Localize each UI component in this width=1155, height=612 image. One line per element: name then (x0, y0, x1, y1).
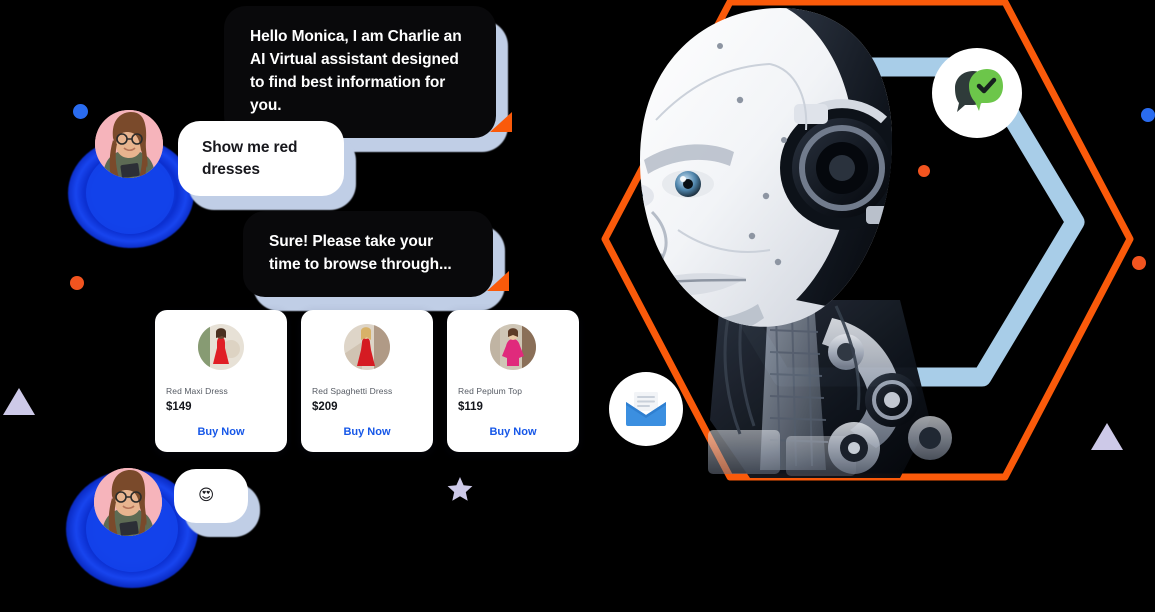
dot-orange-left (70, 276, 84, 290)
buy-now-button[interactable]: Buy Now (489, 426, 536, 438)
bot-reply-bubble: Sure! Please take your time to browse th… (243, 211, 509, 311)
user-reaction-emoji: 😍 (174, 469, 248, 523)
product-thumbnail (490, 324, 536, 370)
bot-reply-text: Sure! Please take your time to browse th… (243, 211, 493, 297)
bubble-tail-icon (490, 111, 512, 132)
product-card[interactable]: Red Maxi Dress $149 Buy Now (155, 310, 287, 452)
buy-now-button[interactable]: Buy Now (343, 426, 390, 438)
product-price: $119 (458, 401, 483, 413)
red-peplum-top-photo (490, 324, 536, 370)
chat-check-glyph (955, 69, 1003, 112)
envelope-glyph (626, 392, 666, 426)
product-name: Red Maxi Dress (166, 386, 228, 396)
buy-now-button[interactable]: Buy Now (197, 426, 244, 438)
avatar (95, 110, 163, 178)
chat-bubble-check-icon[interactable] (932, 48, 1022, 138)
triangle-left-icon (3, 388, 35, 415)
avatar (94, 468, 162, 536)
product-card-list: Red Maxi Dress $149 Buy Now Red Spaghett… (155, 310, 579, 452)
product-thumbnail (198, 324, 244, 370)
product-price: $149 (166, 401, 192, 413)
user-reaction-bubble: 😍 (174, 469, 260, 537)
red-spaghetti-dress-photo (344, 324, 390, 370)
scene-canvas: Hello Monica, I am Charlie an AI Virtual… (0, 0, 1155, 612)
user-avatar-photo (95, 110, 163, 178)
envelope-mail-icon[interactable] (609, 372, 683, 446)
user-avatar-photo (94, 468, 162, 536)
user-request-text: Show me red dresses (178, 121, 344, 197)
bot-greeting-text: Hello Monica, I am Charlie an AI Virtual… (224, 6, 496, 138)
bot-greeting-bubble: Hello Monica, I am Charlie an AI Virtual… (224, 6, 512, 152)
user-request-bubble: Show me red dresses (178, 121, 356, 211)
product-name: Red Peplum Top (458, 386, 523, 396)
product-card[interactable]: Red Spaghetti Dress $209 Buy Now (301, 310, 433, 452)
product-price: $209 (312, 401, 338, 413)
product-name: Red Spaghetti Dress (312, 386, 393, 396)
product-card[interactable]: Red Peplum Top $119 Buy Now (447, 310, 579, 452)
red-maxi-dress-photo (198, 324, 244, 370)
bubble-tail-icon (487, 270, 509, 291)
product-thumbnail (344, 324, 390, 370)
star-icon (447, 476, 473, 502)
